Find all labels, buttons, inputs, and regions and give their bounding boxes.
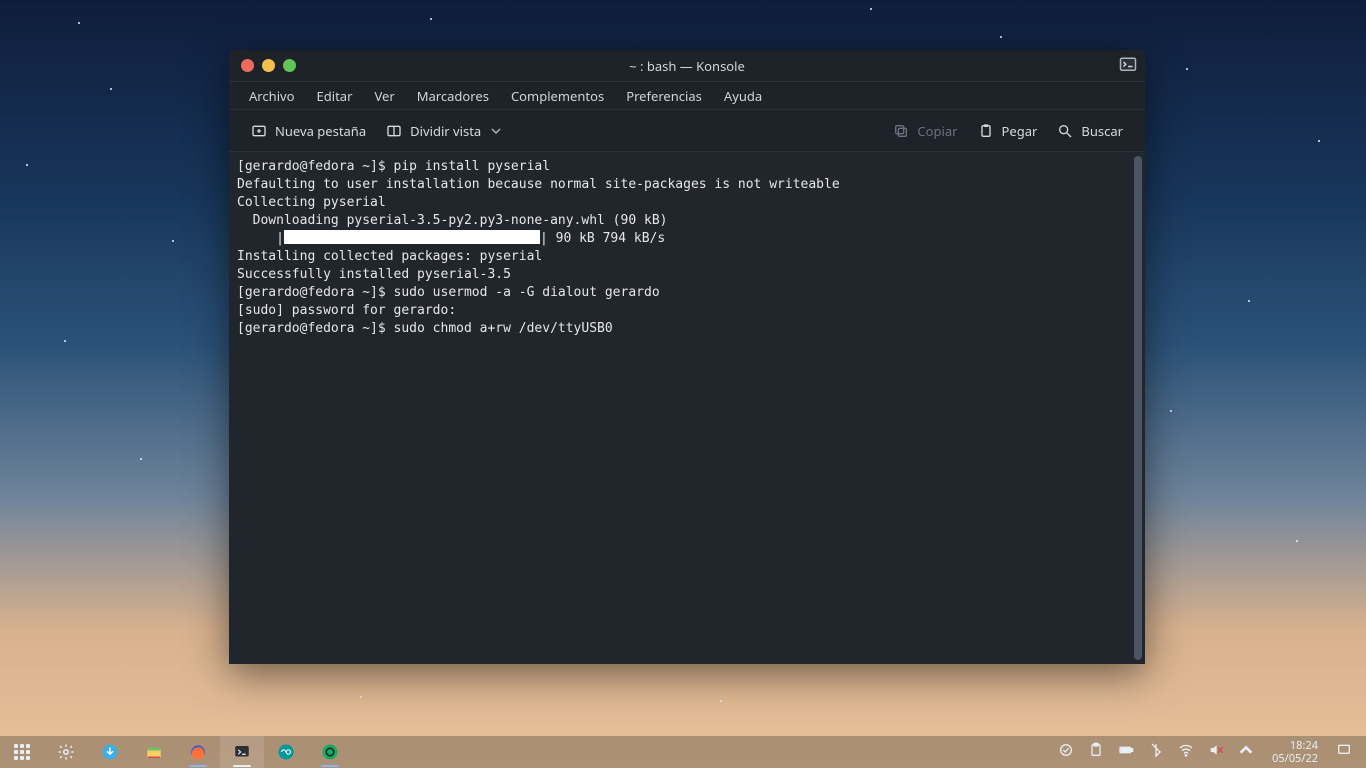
window-maximize-button[interactable] xyxy=(283,59,296,72)
progress-bar xyxy=(284,230,540,244)
star xyxy=(720,700,722,702)
task-indicator xyxy=(189,765,207,767)
star xyxy=(1248,300,1250,302)
arduino-task-icon[interactable] xyxy=(264,736,308,768)
menubar: Archivo Editar Ver Marcadores Complement… xyxy=(229,82,1145,110)
tray-clock[interactable]: 18:24 05/05/22 xyxy=(1268,739,1322,765)
menu-editar[interactable]: Editar xyxy=(307,84,363,108)
terminal-area: [gerardo@fedora ~]$ pip install pyserial… xyxy=(229,152,1145,664)
download-icon xyxy=(101,743,119,761)
term-progress-suffix: | 90 kB 794 kB/s xyxy=(540,231,665,246)
menu-marcadores[interactable]: Marcadores xyxy=(407,84,499,108)
term-line: [gerardo@fedora ~]$ sudo usermod -a -G d… xyxy=(237,285,660,300)
term-line: Installing collected packages: pyserial xyxy=(237,249,542,264)
files-task-icon[interactable] xyxy=(132,736,176,768)
star xyxy=(64,340,66,342)
clock-date: 05/05/22 xyxy=(1272,752,1318,765)
scrollbar-thumb[interactable] xyxy=(1134,156,1142,660)
files-icon xyxy=(145,743,163,761)
app-grid-icon xyxy=(13,743,31,761)
star xyxy=(1170,410,1172,412)
star xyxy=(360,696,362,698)
arduino-icon xyxy=(277,743,295,761)
term-progress-prefix: | xyxy=(237,231,284,246)
star xyxy=(140,458,142,460)
term-line: Collecting pyserial xyxy=(237,195,386,210)
tray-battery-icon[interactable] xyxy=(1118,742,1134,762)
tray-expand-icon[interactable] xyxy=(1238,742,1254,762)
task-indicator xyxy=(321,765,339,767)
settings-task-icon[interactable] xyxy=(44,736,88,768)
tray-updates-icon[interactable] xyxy=(1058,742,1074,762)
terminal-scrollbar[interactable] xyxy=(1131,152,1145,664)
star xyxy=(1296,540,1298,542)
star xyxy=(1186,68,1188,70)
star xyxy=(870,8,872,10)
new-tab-button[interactable]: Nueva pestaña xyxy=(241,117,376,145)
chevron-down-icon xyxy=(491,126,501,136)
term-line: [gerardo@fedora ~]$ sudo chmod a+rw /dev… xyxy=(237,321,613,336)
term-line: Downloading pyserial-3.5-py2.py3-none-an… xyxy=(237,213,667,228)
window-close-button[interactable] xyxy=(241,59,254,72)
search-label: Buscar xyxy=(1081,122,1123,140)
split-view-label: Dividir vista xyxy=(410,122,481,140)
term-line: Defaulting to user installation because … xyxy=(237,177,840,192)
gear-icon xyxy=(57,743,75,761)
obs-task-icon[interactable] xyxy=(308,736,352,768)
firefox-task-icon[interactable] xyxy=(176,736,220,768)
term-line: Successfully installed pyserial-3.5 xyxy=(237,267,511,282)
menu-complementos[interactable]: Complementos xyxy=(501,84,614,108)
taskbar: 18:24 05/05/22 xyxy=(0,736,1366,768)
star xyxy=(78,22,80,24)
tray-bluetooth-icon[interactable] xyxy=(1148,742,1164,762)
tray-wifi-icon[interactable] xyxy=(1178,742,1194,762)
new-tab-label: Nueva pestaña xyxy=(275,122,366,140)
window-minimize-button[interactable] xyxy=(262,59,275,72)
star xyxy=(1318,140,1320,142)
copy-icon xyxy=(893,123,909,139)
menu-ayuda[interactable]: Ayuda xyxy=(714,84,772,108)
star xyxy=(110,88,112,90)
term-line: [gerardo@fedora ~]$ pip install pyserial xyxy=(237,159,550,174)
star xyxy=(430,18,432,20)
search-button[interactable]: Buscar xyxy=(1047,117,1133,145)
tray-show-desktop-icon[interactable] xyxy=(1336,742,1352,762)
konsole-window: ~ : bash — Konsole Archivo Editar Ver Ma… xyxy=(229,50,1145,664)
tray-clipboard-icon[interactable] xyxy=(1088,742,1104,762)
term-line: [sudo] password for gerardo: xyxy=(237,303,464,318)
paste-button[interactable]: Pegar xyxy=(968,117,1048,145)
menu-ver[interactable]: Ver xyxy=(364,84,404,108)
titlebar[interactable]: ~ : bash — Konsole xyxy=(229,50,1145,82)
obs-icon xyxy=(321,743,339,761)
system-tray: 18:24 05/05/22 xyxy=(1050,739,1366,765)
terminal-icon xyxy=(1119,56,1137,79)
task-indicator xyxy=(233,765,251,767)
paste-label: Pegar xyxy=(1002,122,1038,140)
copy-label: Copiar xyxy=(917,122,957,140)
menu-preferencias[interactable]: Preferencias xyxy=(616,84,712,108)
new-tab-icon xyxy=(251,123,267,139)
search-icon xyxy=(1057,123,1073,139)
menu-archivo[interactable]: Archivo xyxy=(239,84,305,108)
tray-volume-muted-icon[interactable] xyxy=(1208,742,1224,762)
star xyxy=(172,240,174,242)
star xyxy=(1000,36,1002,38)
star xyxy=(26,164,28,166)
traffic-lights xyxy=(229,59,296,72)
konsole-task-icon[interactable] xyxy=(220,736,264,768)
downloads-task-icon[interactable] xyxy=(88,736,132,768)
toolbar: Nueva pestaña Dividir vista Copiar Pegar… xyxy=(229,110,1145,152)
split-view-button[interactable]: Dividir vista xyxy=(376,117,511,145)
terminal-task-icon xyxy=(233,743,251,761)
window-title: ~ : bash — Konsole xyxy=(229,57,1145,75)
firefox-icon xyxy=(189,743,207,761)
app-launcher-button[interactable] xyxy=(0,736,44,768)
terminal-output[interactable]: [gerardo@fedora ~]$ pip install pyserial… xyxy=(229,152,1131,664)
paste-icon xyxy=(978,123,994,139)
copy-button[interactable]: Copiar xyxy=(883,117,967,145)
split-view-icon xyxy=(386,123,402,139)
